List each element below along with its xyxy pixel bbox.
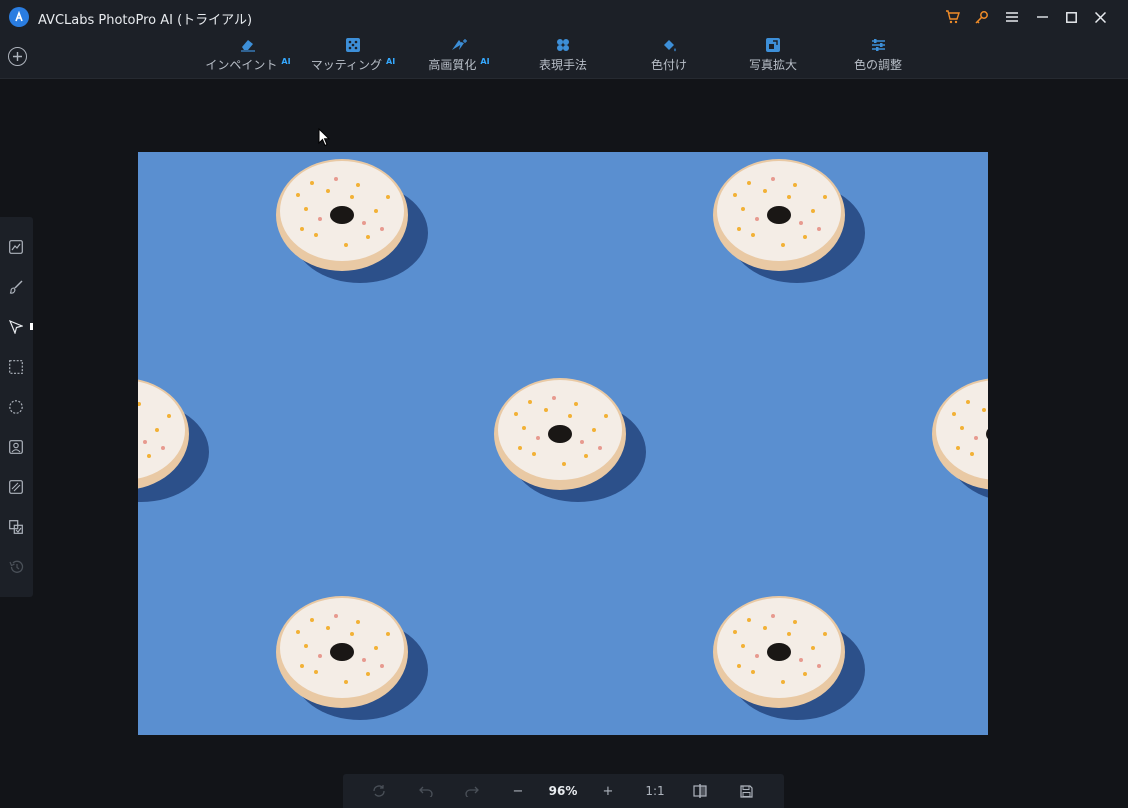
minimize-icon[interactable] bbox=[1031, 6, 1053, 28]
tool-matting[interactable]: マッティング AI bbox=[310, 36, 396, 76]
diagonal-icon[interactable] bbox=[8, 479, 24, 495]
tool-label: インペイント bbox=[205, 58, 278, 72]
chart-icon[interactable] bbox=[8, 239, 24, 255]
app-logo-icon bbox=[9, 7, 29, 27]
tool-color-adjust[interactable]: 色の調整 bbox=[852, 36, 904, 76]
sliders-icon bbox=[869, 37, 887, 53]
matting-icon bbox=[344, 37, 362, 53]
undo-icon[interactable] bbox=[417, 782, 435, 800]
cart-icon[interactable] bbox=[941, 6, 963, 28]
active-tool-indicator bbox=[30, 323, 33, 330]
zoom-in-button[interactable]: + bbox=[599, 782, 617, 800]
reset-icon[interactable] bbox=[370, 782, 388, 800]
main-toolbar: インペイント AI マッティング AI 高画質化 AI 表現手法 色付け 写真拡大 bbox=[0, 34, 1128, 79]
tool-label: 色の調整 bbox=[853, 58, 902, 72]
tool-label: 写真拡大 bbox=[748, 58, 797, 72]
style-icon bbox=[554, 37, 572, 53]
tool-enhance[interactable]: 高画質化 AI bbox=[427, 36, 491, 76]
left-tool-panel bbox=[0, 217, 33, 597]
ai-badge: AI bbox=[480, 57, 490, 66]
enhance-icon bbox=[450, 37, 468, 53]
actual-size-button[interactable]: 1:1 bbox=[643, 784, 667, 798]
app-title: AVCLabs PhotoPro AI (トライアル) bbox=[38, 13, 253, 28]
menu-icon[interactable] bbox=[1001, 6, 1023, 28]
tool-colorize[interactable]: 色付け bbox=[648, 36, 690, 76]
tool-inpaint[interactable]: インペイント AI bbox=[205, 36, 291, 76]
donut-photo bbox=[138, 159, 988, 720]
brush-icon[interactable] bbox=[8, 279, 24, 295]
redo-icon[interactable] bbox=[463, 782, 481, 800]
tool-style[interactable]: 表現手法 bbox=[535, 36, 591, 76]
tool-label: マッティング bbox=[310, 58, 383, 72]
tool-label: 高画質化 bbox=[428, 58, 477, 72]
zoom-bar: − 96% + 1:1 bbox=[343, 774, 784, 808]
photo-canvas[interactable] bbox=[138, 152, 988, 735]
zoom-value: 96% bbox=[548, 784, 578, 798]
rect-select-icon[interactable] bbox=[8, 359, 24, 375]
plus-circle-icon[interactable] bbox=[8, 47, 27, 66]
tool-label: 色付け bbox=[650, 58, 687, 72]
title-bar: AVCLabs PhotoPro AI (トライアル) bbox=[0, 0, 1128, 34]
select-arrow-icon[interactable] bbox=[8, 319, 24, 335]
tool-label: 表現手法 bbox=[538, 58, 587, 72]
save-icon[interactable] bbox=[737, 782, 755, 800]
colorize-icon bbox=[660, 37, 678, 53]
mouse-cursor-icon bbox=[318, 127, 331, 151]
close-icon[interactable] bbox=[1089, 6, 1111, 28]
compare-view-icon[interactable] bbox=[691, 782, 709, 800]
ai-badge: AI bbox=[281, 57, 291, 66]
eraser-icon bbox=[239, 37, 257, 53]
ai-badge: AI bbox=[386, 57, 396, 66]
portrait-icon[interactable] bbox=[8, 439, 24, 455]
upscale-icon bbox=[764, 37, 782, 53]
compare-icon[interactable] bbox=[8, 519, 24, 535]
zoom-out-button[interactable]: − bbox=[509, 782, 527, 800]
history-icon[interactable] bbox=[8, 559, 24, 575]
maximize-icon[interactable] bbox=[1060, 6, 1082, 28]
ellipse-select-icon[interactable] bbox=[8, 399, 24, 415]
key-icon[interactable] bbox=[970, 6, 992, 28]
tool-upscale[interactable]: 写真拡大 bbox=[745, 36, 801, 76]
